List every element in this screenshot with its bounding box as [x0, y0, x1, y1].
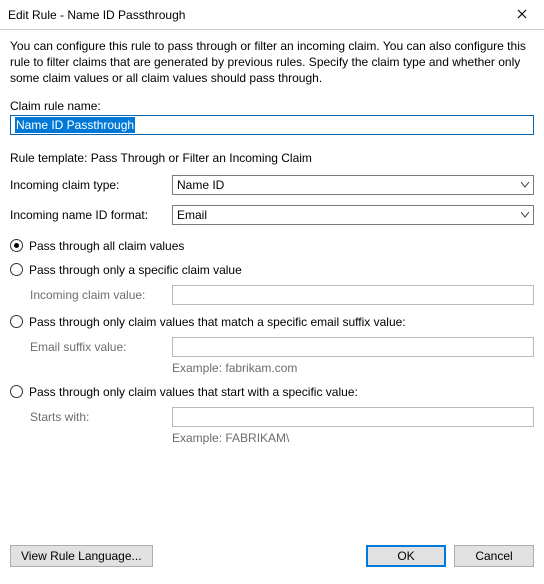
description-text: You can configure this rule to pass thro… — [10, 38, 534, 87]
window-title: Edit Rule - Name ID Passthrough — [8, 8, 185, 22]
rule-template-prefix: Rule template: — [10, 151, 91, 165]
starts-value-input[interactable] — [172, 407, 534, 427]
rule-name-label: Claim rule name: — [10, 99, 534, 113]
rule-template-line: Rule template: Pass Through or Filter an… — [10, 151, 534, 165]
cancel-button[interactable]: Cancel — [454, 545, 534, 567]
incoming-format-row: Incoming name ID format: Email — [10, 205, 534, 225]
radio-option-suffix[interactable]: Pass through only claim values that matc… — [10, 315, 534, 329]
footer: View Rule Language... OK Cancel — [0, 538, 544, 584]
chevron-down-icon — [520, 180, 530, 190]
suffix-value-label: Email suffix value: — [30, 340, 172, 354]
chevron-down-icon — [520, 210, 530, 220]
close-icon — [517, 8, 527, 22]
rule-name-input[interactable]: Name ID Passthrough — [10, 115, 534, 135]
view-rule-language-button[interactable]: View Rule Language... — [10, 545, 153, 567]
radio-label-specific: Pass through only a specific claim value — [29, 263, 242, 277]
incoming-type-row: Incoming claim type: Name ID — [10, 175, 534, 195]
starts-value-row: Starts with: — [10, 407, 534, 427]
radio-icon — [10, 385, 23, 398]
radio-icon — [10, 315, 23, 328]
suffix-value-row: Email suffix value: — [10, 337, 534, 357]
specific-value-label: Incoming claim value: — [30, 288, 172, 302]
titlebar: Edit Rule - Name ID Passthrough — [0, 0, 544, 30]
radio-icon — [10, 263, 23, 276]
starts-example: Example: FABRIKAM\ — [10, 431, 534, 445]
content-area: You can configure this rule to pass thro… — [0, 30, 544, 538]
suffix-example: Example: fabrikam.com — [10, 361, 534, 375]
radio-option-starts[interactable]: Pass through only claim values that star… — [10, 385, 534, 399]
ok-button[interactable]: OK — [366, 545, 446, 567]
specific-value-row: Incoming claim value: — [10, 285, 534, 305]
radio-icon — [10, 239, 23, 252]
incoming-type-select[interactable]: Name ID — [172, 175, 534, 195]
radio-label-all: Pass through all claim values — [29, 239, 184, 253]
radio-label-suffix: Pass through only claim values that matc… — [29, 315, 406, 329]
incoming-type-label: Incoming claim type: — [10, 178, 172, 192]
incoming-format-value: Email — [177, 208, 207, 222]
incoming-format-select[interactable]: Email — [172, 205, 534, 225]
rule-template-name: Pass Through or Filter an Incoming Claim — [91, 151, 312, 165]
rule-name-value: Name ID Passthrough — [15, 117, 135, 133]
radio-option-specific[interactable]: Pass through only a specific claim value — [10, 263, 534, 277]
suffix-value-input[interactable] — [172, 337, 534, 357]
radio-label-starts: Pass through only claim values that star… — [29, 385, 358, 399]
close-button[interactable] — [500, 0, 544, 30]
radio-option-all[interactable]: Pass through all claim values — [10, 239, 534, 253]
radio-group: Pass through all claim values Pass throu… — [10, 239, 534, 445]
incoming-format-label: Incoming name ID format: — [10, 208, 172, 222]
dialog-window: Edit Rule - Name ID Passthrough You can … — [0, 0, 544, 584]
incoming-type-value: Name ID — [177, 178, 224, 192]
starts-value-label: Starts with: — [30, 410, 172, 424]
specific-value-input[interactable] — [172, 285, 534, 305]
